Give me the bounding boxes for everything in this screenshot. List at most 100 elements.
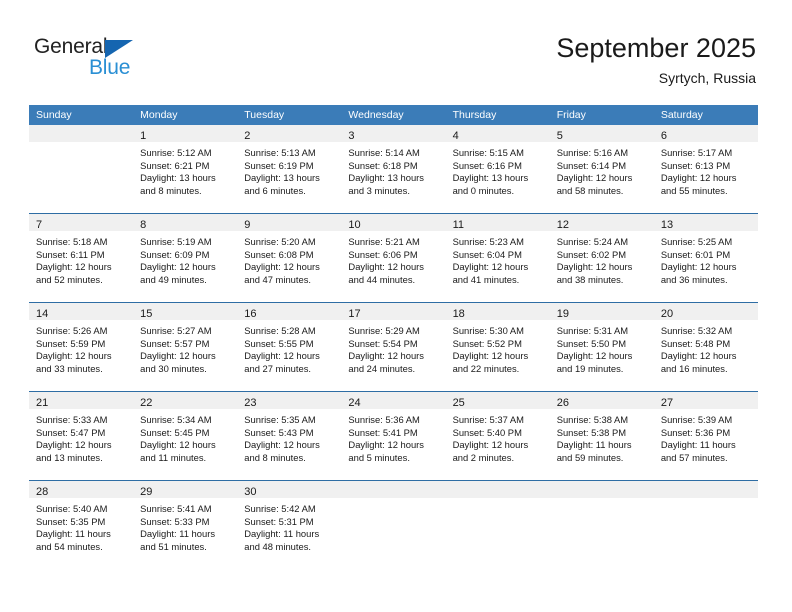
day-detail-line: Sunrise: 5:24 AM <box>556 236 629 247</box>
day-detail-line: and 0 minutes. <box>452 184 515 196</box>
day-number: 30 <box>244 486 257 498</box>
day-detail-list: Sunrise: 5:42 AM Sunset: 5:31 PM Daylight:… <box>237 498 341 553</box>
calendar-table: Sunday Monday Tuesday Wednesday Thursday Frid… <box>29 105 758 569</box>
day-cell-content: 5 Sunrise: 5:16 AM Sunset: 6:14 PM Daylight… <box>549 125 654 213</box>
calendar-day-cell[interactable]: 30 Sunrise: 5:42 AM Sunset: 5:31 PM Dayligh… <box>237 480 342 569</box>
day-number: 10 <box>348 219 361 231</box>
day-detail-list <box>654 498 758 503</box>
day-detail-line: Sunrise: 5:31 AM <box>556 325 629 336</box>
calendar-day-cell[interactable]: 5 Sunrise: 5:16 AM Sunset: 6:14 PM Daylight… <box>549 125 654 214</box>
calendar-day-cell[interactable]: 3 Sunrise: 5:14 AM Sunset: 6:18 PM Daylight… <box>341 125 446 214</box>
day-detail-list: Sunrise: 5:34 AM Sunset: 5:45 PM Daylight:… <box>133 409 237 464</box>
calendar-day-cell[interactable]: 16 Sunrise: 5:28 AM Sunset: 5:55 PM Dayligh… <box>237 302 342 392</box>
calendar-day-cell[interactable]: 12 Sunrise: 5:24 AM Sunset: 6:02 PM Dayligh… <box>549 213 654 303</box>
day-detail-line: and 49 minutes. <box>140 273 207 285</box>
page-header: General Blue September 2025 Syrtych, Rus… <box>0 0 792 100</box>
day-detail-line: Sunrise: 5:28 AM <box>244 325 316 336</box>
day-detail-line: Sunset: 6:11 PM <box>36 248 105 260</box>
day-number-band <box>29 125 134 142</box>
general-blue-logo[interactable]: General Blue <box>34 36 164 86</box>
day-cell-content: 30 Sunrise: 5:42 AM Sunset: 5:31 PM Dayligh… <box>237 481 342 569</box>
calendar-day-cell[interactable]: 23 Sunrise: 5:35 AM Sunset: 5:43 PM Dayligh… <box>237 391 342 481</box>
calendar-day-cell[interactable]: 24 Sunrise: 5:36 AM Sunset: 5:41 PM Dayligh… <box>341 391 446 481</box>
day-detail-line: and 55 minutes. <box>660 184 728 196</box>
day-cell-content: 27 Sunrise: 5:39 AM Sunset: 5:36 PM Dayligh… <box>653 392 758 480</box>
day-cell-content <box>549 481 654 569</box>
day-detail-line: Daylight: 13 hours <box>140 172 216 184</box>
calendar-day-cell[interactable]: 28 Sunrise: 5:40 AM Sunset: 5:35 PM Dayligh… <box>29 480 134 569</box>
day-number: 28 <box>36 486 49 498</box>
calendar-day-cell[interactable]: 26 Sunrise: 5:38 AM Sunset: 5:38 PM Dayligh… <box>549 391 654 481</box>
day-detail-list: Sunrise: 5:13 AM Sunset: 6:19 PM Daylight:… <box>237 142 341 197</box>
day-detail-line: Daylight: 12 hours <box>556 350 633 362</box>
calendar-day-cell[interactable]: 4 Sunrise: 5:15 AM Sunset: 6:16 PM Daylight… <box>445 125 550 214</box>
calendar-day-cell[interactable]: 27 Sunrise: 5:39 AM Sunset: 5:36 PM Dayligh… <box>653 391 758 481</box>
day-detail-line: Daylight: 11 hours <box>244 528 320 540</box>
day-detail-line: Sunrise: 5:26 AM <box>36 325 108 336</box>
calendar-day-cell[interactable]: 21 Sunrise: 5:33 AM Sunset: 5:47 PM Dayligh… <box>29 391 134 481</box>
calendar-day-cell[interactable]: 19 Sunrise: 5:31 AM Sunset: 5:50 PM Dayligh… <box>549 302 654 392</box>
day-detail-list <box>550 498 654 503</box>
calendar-day-cell[interactable]: 13 Sunrise: 5:25 AM Sunset: 6:01 PM Dayligh… <box>653 213 758 303</box>
day-number-band: 27 <box>653 392 758 409</box>
day-detail-line: Daylight: 11 hours <box>140 528 216 540</box>
calendar-day-cell[interactable]: 10 Sunrise: 5:21 AM Sunset: 6:06 PM Dayligh… <box>341 213 446 303</box>
calendar-empty-cell <box>445 480 550 569</box>
calendar-day-cell[interactable]: 20 Sunrise: 5:32 AM Sunset: 5:48 PM Dayligh… <box>653 302 758 392</box>
day-detail-line: Sunset: 6:21 PM <box>140 159 210 171</box>
day-number-band: 4 <box>445 125 550 142</box>
weekday-header-sunday: Sunday <box>29 105 134 125</box>
day-detail-list: Sunrise: 5:31 AM Sunset: 5:50 PM Daylight:… <box>550 320 654 375</box>
day-detail-line: Sunset: 6:08 PM <box>244 248 314 260</box>
day-detail-line: Daylight: 12 hours <box>348 261 424 273</box>
calendar-day-cell[interactable]: 8 Sunrise: 5:19 AM Sunset: 6:09 PM Daylight… <box>133 213 238 303</box>
calendar-day-cell[interactable]: 2 Sunrise: 5:13 AM Sunset: 6:19 PM Daylight… <box>237 125 342 214</box>
day-detail-line: Sunrise: 5:15 AM <box>452 147 524 158</box>
calendar-day-cell[interactable]: 18 Sunrise: 5:30 AM Sunset: 5:52 PM Dayligh… <box>445 302 550 392</box>
calendar-day-cell[interactable]: 15 Sunrise: 5:27 AM Sunset: 5:57 PM Dayligh… <box>133 302 238 392</box>
day-detail-line: Sunrise: 5:21 AM <box>348 236 420 247</box>
day-cell-content: 4 Sunrise: 5:15 AM Sunset: 6:16 PM Daylight… <box>445 125 550 213</box>
calendar-day-cell[interactable]: 9 Sunrise: 5:20 AM Sunset: 6:08 PM Daylight… <box>237 213 342 303</box>
calendar-day-cell[interactable]: 25 Sunrise: 5:37 AM Sunset: 5:40 PM Dayligh… <box>445 391 550 481</box>
calendar-day-cell[interactable]: 22 Sunrise: 5:34 AM Sunset: 5:45 PM Dayligh… <box>133 391 238 481</box>
day-detail-line: Daylight: 11 hours <box>660 439 736 451</box>
day-detail-list: Sunrise: 5:36 AM Sunset: 5:41 PM Daylight:… <box>341 409 445 464</box>
calendar-day-cell[interactable]: 17 Sunrise: 5:29 AM Sunset: 5:54 PM Dayligh… <box>341 302 446 392</box>
day-number-band <box>549 481 654 498</box>
calendar-day-cell[interactable]: 7 Sunrise: 5:18 AM Sunset: 6:11 PM Daylight… <box>29 213 134 303</box>
page-subtitle-location: Syrtych, Russia <box>658 70 756 86</box>
day-detail-line: and 11 minutes. <box>140 451 207 463</box>
day-number: 25 <box>452 397 465 409</box>
day-detail-line: and 58 minutes. <box>556 184 624 196</box>
day-cell-content: 3 Sunrise: 5:14 AM Sunset: 6:18 PM Daylight… <box>341 125 446 213</box>
day-detail-line: and 24 minutes. <box>348 362 416 374</box>
day-detail-line: and 54 minutes. <box>36 540 103 552</box>
day-detail-line: Sunset: 6:19 PM <box>244 159 314 171</box>
day-detail-list: Sunrise: 5:40 AM Sunset: 5:35 PM Daylight:… <box>29 498 133 553</box>
day-detail-line: Sunset: 5:45 PM <box>140 426 210 438</box>
day-detail-line: Sunrise: 5:27 AM <box>140 325 212 336</box>
day-detail-line: Sunset: 6:04 PM <box>452 248 522 260</box>
day-detail-list: Sunrise: 5:12 AM Sunset: 6:21 PM Daylight:… <box>133 142 237 197</box>
day-cell-content: 16 Sunrise: 5:28 AM Sunset: 5:55 PM Dayligh… <box>237 303 342 391</box>
calendar-day-cell[interactable]: 1 Sunrise: 5:12 AM Sunset: 6:21 PM Daylight… <box>133 125 238 214</box>
day-detail-line: Sunrise: 5:40 AM <box>36 503 108 514</box>
day-number: 5 <box>556 130 563 142</box>
day-detail-list: Sunrise: 5:14 AM Sunset: 6:18 PM Daylight:… <box>341 142 445 197</box>
day-detail-line: Sunset: 5:50 PM <box>556 337 627 349</box>
calendar-day-cell[interactable]: 11 Sunrise: 5:23 AM Sunset: 6:04 PM Dayligh… <box>445 213 550 303</box>
day-detail-line: and 38 minutes. <box>556 273 624 285</box>
day-number: 29 <box>140 486 153 498</box>
calendar-day-cell[interactable]: 6 Sunrise: 5:17 AM Sunset: 6:13 PM Daylight… <box>653 125 758 214</box>
day-cell-content: 14 Sunrise: 5:26 AM Sunset: 5:59 PM Dayligh… <box>29 303 134 391</box>
day-detail-list: Sunrise: 5:23 AM Sunset: 6:04 PM Daylight:… <box>446 231 550 286</box>
day-detail-list: Sunrise: 5:29 AM Sunset: 5:54 PM Daylight:… <box>341 320 445 375</box>
day-detail-line: and 51 minutes. <box>140 540 207 552</box>
day-detail-line: and 3 minutes. <box>348 184 410 196</box>
calendar-day-cell[interactable]: 14 Sunrise: 5:26 AM Sunset: 5:59 PM Dayligh… <box>29 302 134 392</box>
calendar-day-cell[interactable]: 29 Sunrise: 5:41 AM Sunset: 5:33 PM Dayligh… <box>133 480 238 569</box>
day-number: 26 <box>556 397 569 409</box>
day-cell-content: 21 Sunrise: 5:33 AM Sunset: 5:47 PM Dayligh… <box>29 392 134 480</box>
day-number-band: 30 <box>237 481 342 498</box>
